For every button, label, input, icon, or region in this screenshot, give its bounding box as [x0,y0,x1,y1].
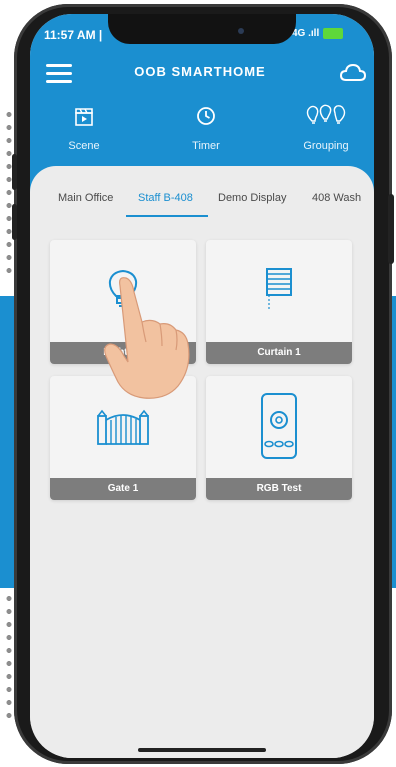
timer-label: Timer [192,140,220,152]
phone-notch [108,14,296,44]
grouping-button[interactable]: Grouping [286,102,366,162]
cloud-button[interactable] [339,62,367,84]
tab-main-office[interactable]: Main Office [58,192,113,204]
camera-icon [238,28,244,34]
signal-indicator: 4G .ıll [292,28,320,39]
device-label: RGB Test [206,478,352,500]
device-label: Lighting [50,342,196,364]
timer-button[interactable]: Timer [166,102,246,162]
device-card-curtain[interactable]: Curtain 1 [206,240,352,364]
grouping-label: Grouping [303,140,349,152]
phone-volume-button [12,154,17,190]
device-card-lighting[interactable]: Lighting [50,240,196,364]
tab-408-wash[interactable]: 408 Wash [312,192,361,204]
decorative-dots [4,108,14,278]
bulbs-icon [306,104,346,124]
device-label: Curtain 1 [206,342,352,364]
tab-demo-display[interactable]: Demo Display [218,192,286,204]
scene-button[interactable]: Scene [44,102,124,162]
device-label: Gate 1 [50,478,196,500]
curtain-icon [266,268,292,309]
gate-icon [97,409,149,445]
scene-label: Scene [68,140,100,152]
decorative-dots [4,592,14,722]
app-screen: 11:57 AM | 4G .ıll OOB SMARTHOME Scene T… [30,14,374,758]
home-indicator [138,748,266,752]
room-tabs: Main Office Staff B-408 Demo Display 408… [30,166,374,226]
status-time: 11:57 AM | [44,28,103,42]
clapperboard-icon [75,108,93,126]
active-tab-indicator [126,215,208,217]
battery-icon [323,28,344,39]
phone-volume-button [12,204,17,240]
device-card-gate[interactable]: Gate 1 [50,376,196,500]
hamburger-icon [46,64,72,67]
phone-side-button [388,194,394,264]
clock-icon [197,107,215,125]
tab-staff-b408[interactable]: Staff B-408 [138,192,193,204]
remote-icon [261,393,297,459]
menu-button[interactable] [46,64,72,84]
status-indicators: 4G .ıll [292,28,344,39]
app-title: OOB SMARTHOME [134,64,266,79]
cloud-icon [339,63,367,81]
main-content: Main Office Staff B-408 Demo Display 408… [30,166,374,758]
bulb-icon [108,269,138,307]
device-card-rgb[interactable]: RGB Test [206,376,352,500]
